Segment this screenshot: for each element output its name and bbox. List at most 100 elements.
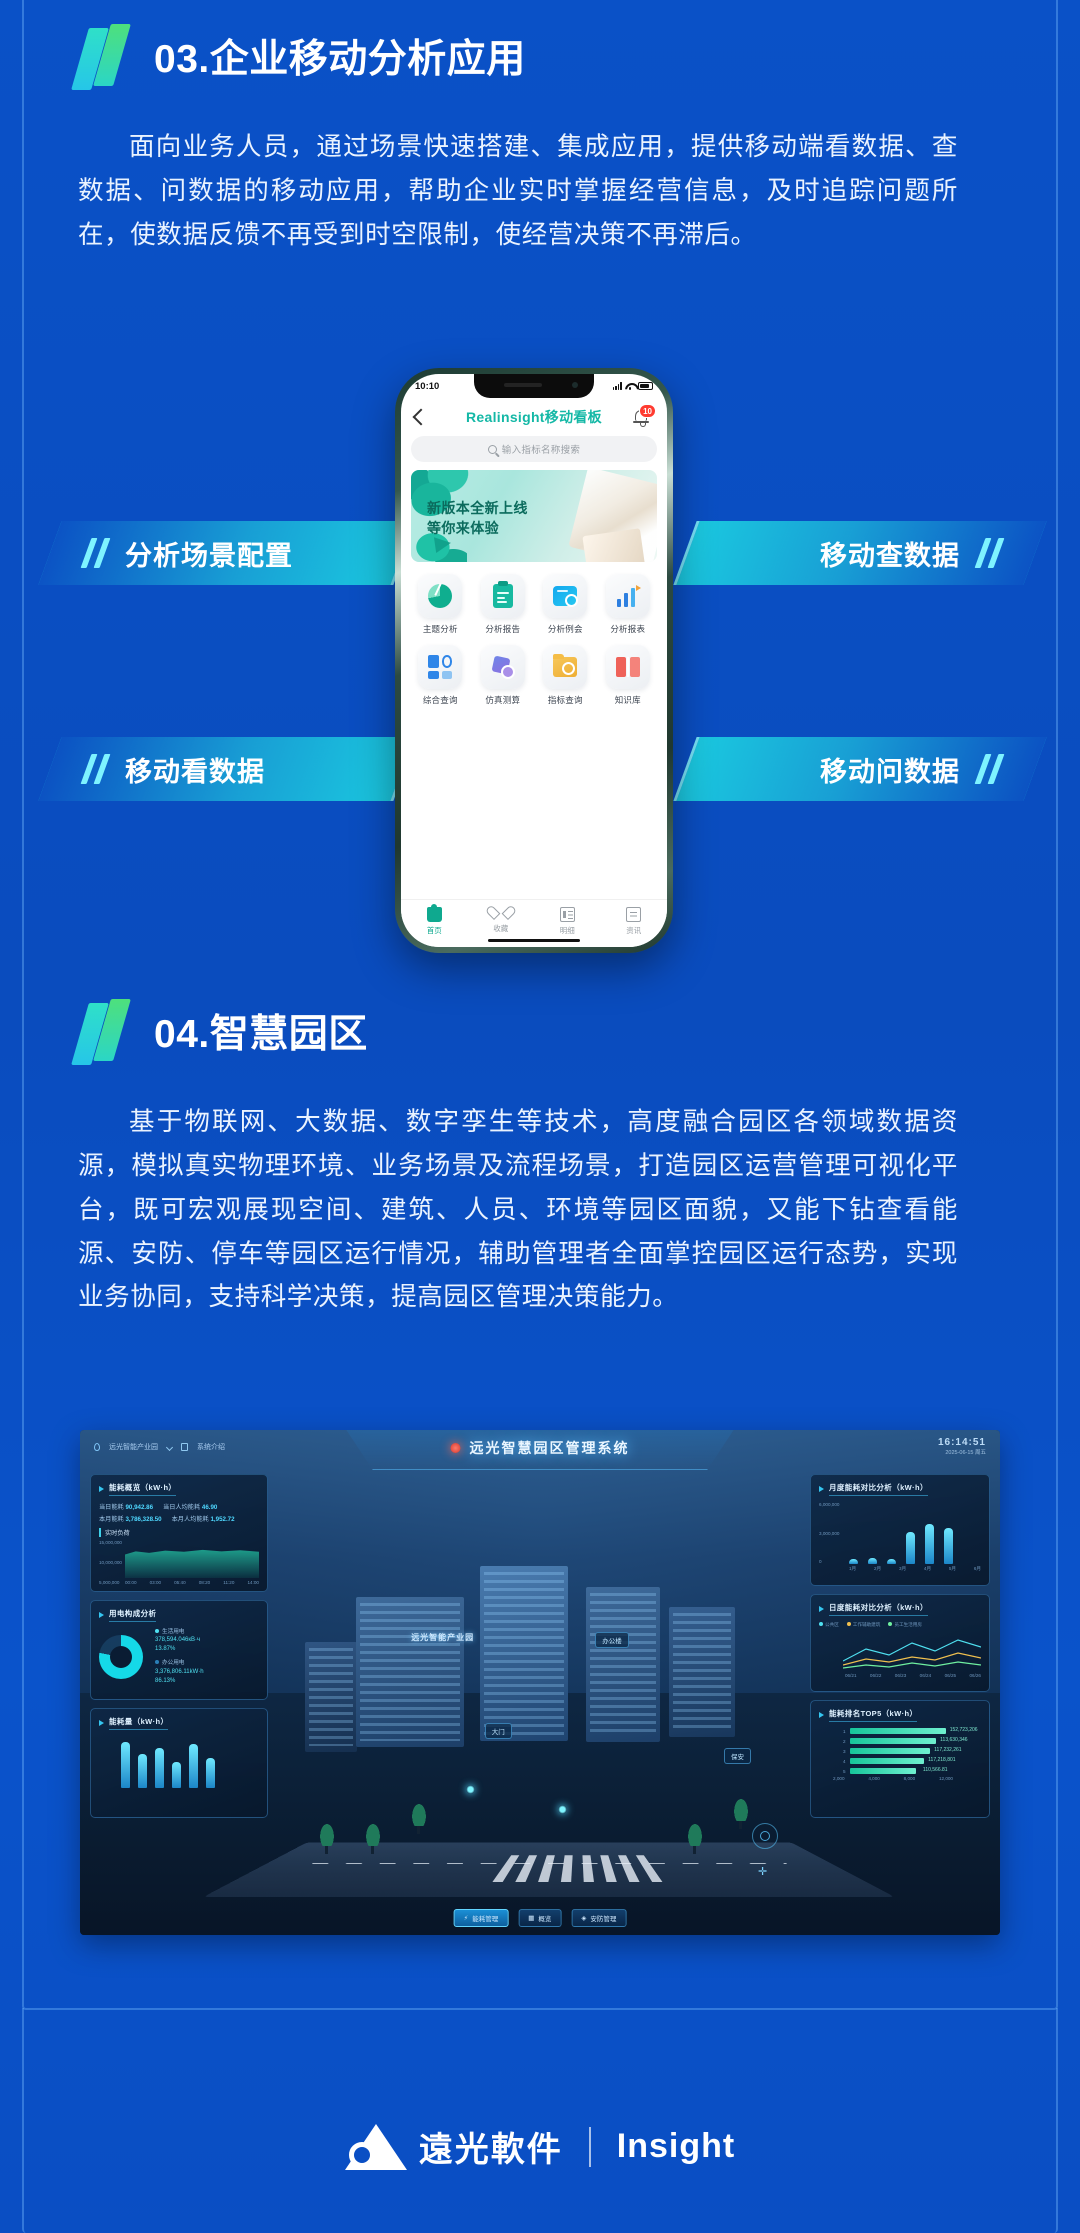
- ribbon-label: 分析场景配置: [125, 540, 293, 571]
- tab-news[interactable]: 资讯: [601, 907, 668, 936]
- phone-notch: [474, 374, 594, 398]
- legend-item-2: 员工生活用房: [888, 1622, 922, 1628]
- search-input[interactable]: 输入指标名称搜索: [411, 436, 657, 462]
- tab-details[interactable]: 明细: [534, 907, 601, 936]
- app-tile-analysis-meeting[interactable]: 分析例会: [534, 574, 597, 635]
- panel-arrow-icon: [99, 1486, 104, 1492]
- home-icon: [426, 904, 442, 922]
- section-mark-icon: [71, 999, 131, 1065]
- app-tile-analysis-sheet[interactable]: 分析报表: [597, 574, 660, 635]
- doc-icon: [181, 1443, 188, 1451]
- map-tag-office[interactable]: 办公楼: [595, 1632, 629, 1648]
- building-1: [356, 1596, 464, 1747]
- phone-mockup: 10:10 Realinsight移动看板 10 输入指标名称搜索 新版本全新上…: [395, 368, 685, 968]
- ribbon-label: 移动查数据: [820, 540, 960, 571]
- legend-item-0: 公共区: [819, 1622, 839, 1628]
- section-03-header: 03.企业移动分析应用: [71, 24, 1008, 90]
- tree: [687, 1820, 704, 1855]
- nav-overview[interactable]: ▦ 概览: [518, 1909, 562, 1927]
- tab-label: 明细: [559, 926, 575, 935]
- app-tile-indicator-query[interactable]: 指标查询: [534, 645, 597, 706]
- app-tile-theme-analysis[interactable]: 主题分析: [409, 574, 472, 635]
- x-axis: 00:00 03:00 05:40 08:20 11:20 14:00: [125, 1580, 259, 1585]
- pin-icon: [94, 1443, 100, 1451]
- map-glow-marker[interactable]: [466, 1784, 476, 1794]
- app-tile-comprehensive-query[interactable]: 综合查询: [409, 645, 472, 706]
- app-tile-knowledge-base[interactable]: 知识库: [597, 645, 660, 706]
- tree: [319, 1820, 336, 1855]
- ribbon-mobile-query-data[interactable]: 移动查数据: [673, 521, 1047, 585]
- ribbon-mobile-ask-data[interactable]: 移动问数据: [673, 737, 1047, 801]
- notification-button[interactable]: 10: [633, 404, 656, 427]
- promo-banner[interactable]: 新版本全新上线 等你来体验: [411, 470, 657, 562]
- section-04-paragraph: 基于物联网、大数据、数字孪生等技术，高度融合园区各领域数据资源，模拟真实物理环境…: [78, 1108, 958, 1312]
- nav-security-management[interactable]: ◈ 安防管理: [571, 1909, 627, 1927]
- app-tile-analysis-report[interactable]: 分析报告: [472, 574, 535, 635]
- dashboard-bottom-nav: ⚡ 能耗管理 ▦ 概览 ◈ 安防管理: [453, 1909, 627, 1927]
- bar-series: [849, 1502, 981, 1564]
- cube-icon: [480, 645, 525, 689]
- metric-1: 当日人均能耗 46.90: [163, 1504, 218, 1511]
- home-indicator: [488, 938, 580, 942]
- heart-icon: [494, 907, 508, 920]
- metric-0: 当日能耗 90,942.86: [99, 1504, 154, 1511]
- footer: 遠光軟件 Insight: [0, 2122, 1080, 2171]
- brand-name-cn: 遠光軟件: [418, 2131, 563, 2169]
- double-slash-icon: [974, 754, 1005, 784]
- map-tag-gate[interactable]: 大门: [484, 1722, 512, 1739]
- panel-monthly-compare: 月度能耗对比分析（kW·h） 6,000,000 3,000,000 0 1月 …: [810, 1474, 990, 1586]
- building-2: [480, 1566, 569, 1742]
- tab-home[interactable]: 首页: [401, 904, 468, 936]
- smart-park-dashboard: 远光智能产业园 办公楼 大门 保安 远光智能产业园 系统介绍 远光智慧园区管理系…: [80, 1430, 1000, 1935]
- panel-energy-overview: 能耗概览（kW·h） 当日能耗 90,942.86 当日人均能耗 46.90 本…: [90, 1474, 268, 1592]
- status-time: 10:10: [415, 380, 440, 392]
- tab-favorites[interactable]: 收藏: [468, 907, 535, 934]
- x-axis: 1月 2月 3月 4月 5月 6月: [849, 1566, 981, 1571]
- app-grid: 主题分析 分析报告 分析例会 分析报表 综合查询 仿真测算 指标查询 知识库: [409, 574, 659, 706]
- rank-row: 3 117,232,261: [843, 1747, 962, 1754]
- notification-badge: 10: [639, 404, 656, 418]
- tree: [411, 1800, 428, 1834]
- phone-screen: 10:10 Realinsight移动看板 10 输入指标名称搜索 新版本全新上…: [401, 374, 667, 947]
- donut-chart: [99, 1634, 143, 1679]
- map-tag-security[interactable]: 保安: [724, 1748, 751, 1765]
- system-intro-link[interactable]: 系统介绍: [197, 1442, 225, 1452]
- tab-label: 首页: [426, 926, 442, 935]
- nav-energy-management[interactable]: ⚡ 能耗管理: [453, 1909, 509, 1927]
- park-selector-label[interactable]: 远光智能产业园: [109, 1442, 158, 1452]
- ribbon-label: 移动问数据: [820, 756, 960, 787]
- nav-label: 安防管理: [590, 1916, 617, 1923]
- rank-row: 5 110,566.81: [843, 1767, 948, 1774]
- tab-label: 收藏: [493, 924, 509, 933]
- map-reset-control[interactable]: ✛: [758, 1865, 772, 1879]
- phone-body: 10:10 Realinsight移动看板 10 输入指标名称搜索 新版本全新上…: [395, 368, 673, 953]
- folder-search-icon: [543, 645, 588, 689]
- squares-search-icon: [418, 645, 463, 689]
- app-tile-label: 主题分析: [422, 624, 458, 634]
- x-axis: 2,000 4,000 8,000 12,000: [833, 1776, 953, 1781]
- back-chevron-icon[interactable]: [412, 408, 430, 426]
- section-04: 04.智慧园区 基于物联网、大数据、数字孪生等技术，高度融合园区各领域数据资源，…: [71, 999, 1008, 1320]
- book-icon: [605, 645, 650, 689]
- app-title: Realinsight移动看板: [466, 409, 602, 425]
- signal-icon: [612, 382, 622, 390]
- metric-2: 本月能耗 3,786,328.50: [99, 1516, 162, 1523]
- ribbon-analysis-scene-config[interactable]: 分析场景配置: [38, 521, 417, 585]
- double-slash-icon: [974, 538, 1005, 568]
- crosswalk: [492, 1854, 664, 1882]
- map-compass-control[interactable]: [752, 1823, 778, 1849]
- app-tile-label: 分析报告: [485, 624, 521, 634]
- shield-icon: ◈: [581, 1915, 587, 1922]
- banner-line-2: 等你来体验: [427, 520, 499, 537]
- bolt-icon: ⚡: [463, 1915, 469, 1922]
- park-3d-label: 远光智能产业园: [411, 1633, 475, 1642]
- ribbon-mobile-view-data[interactable]: 移动看数据: [38, 737, 417, 801]
- tree: [733, 1795, 750, 1829]
- app-tile-simulation[interactable]: 仿真测算: [472, 645, 535, 706]
- legend-item-1: 工作辅助建筑: [846, 1622, 880, 1628]
- chevron-down-icon[interactable]: [165, 1443, 174, 1451]
- yuanguang-triangle-logo-icon: [344, 2123, 407, 2170]
- battery-icon: [638, 382, 653, 390]
- search-placeholder: 输入指标名称搜索: [501, 445, 581, 456]
- section-03-title: 03.企业移动分析应用: [154, 37, 526, 81]
